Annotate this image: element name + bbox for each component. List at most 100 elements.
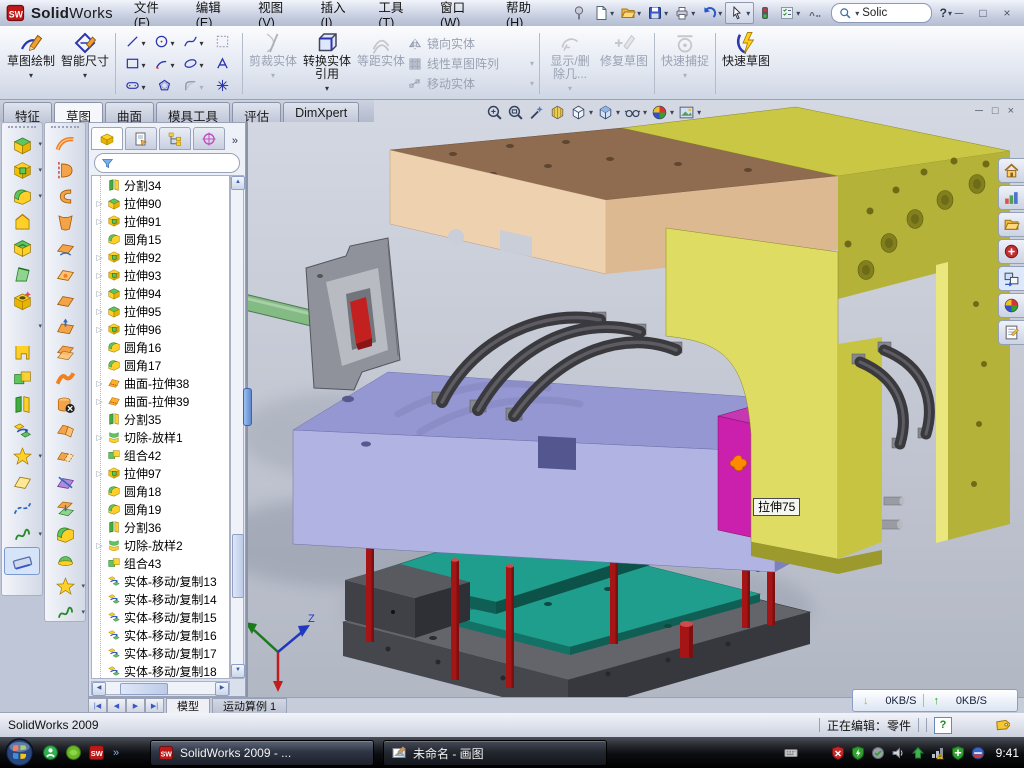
text-a-tool[interactable]	[208, 53, 237, 75]
stop-pin[interactable]	[680, 621, 693, 658]
spline-tool[interactable]: ▾	[179, 31, 208, 53]
move-entities-button[interactable]: 移动实体▾	[408, 75, 536, 92]
offset-entities-button[interactable]: 等距实体	[354, 28, 408, 99]
extruded-boss-button[interactable]: ▾	[2, 131, 42, 157]
minimize-button[interactable]: ─	[952, 6, 966, 20]
tab-草图[interactable]: 草图	[54, 102, 103, 122]
chamfer-button[interactable]	[2, 209, 42, 235]
solidworks-resources-tab[interactable]	[998, 158, 1024, 183]
tree-item[interactable]: 圆角17	[92, 356, 229, 374]
start-button[interactable]	[5, 738, 34, 767]
tree-item[interactable]: ▷拉伸90	[92, 194, 229, 212]
extruded-cut-button[interactable]: ▾	[2, 157, 42, 183]
plane-button[interactable]	[2, 469, 42, 495]
tree-item[interactable]: ▷拉伸95	[92, 302, 229, 320]
smart-dimension-button[interactable]: 智能尺寸▾	[58, 28, 112, 99]
draft-button[interactable]	[2, 261, 42, 287]
dome-button[interactable]	[45, 547, 85, 573]
tray-plus-shield-icon[interactable]	[950, 745, 966, 761]
hscroll-thumb[interactable]	[120, 683, 168, 695]
custom-properties-tab[interactable]	[998, 320, 1024, 345]
tree-item[interactable]: ▷切除-放样1	[92, 428, 229, 446]
scroll-right-icon[interactable]: ▶	[215, 682, 229, 696]
keyboard-layout-icon[interactable]	[782, 746, 800, 760]
tree-item[interactable]: 实体-移动/复制17	[92, 644, 229, 662]
filled-surface-button[interactable]	[45, 261, 85, 287]
graphics-viewport[interactable]: Y Z X ▾▾▾▾▾ ─ □ × 拉伸75	[248, 100, 1024, 697]
tray-net-icon[interactable]	[930, 745, 946, 761]
scroll-left-icon[interactable]: ◀	[92, 682, 106, 696]
last-tab-button[interactable]: ▶|	[145, 698, 164, 713]
zoom-to-area-button[interactable]	[507, 104, 524, 121]
helix-spiral-button[interactable]: ▾	[2, 521, 42, 547]
configurationmanager-tab[interactable]	[159, 127, 191, 150]
sketch-button[interactable]: 草图绘制▾	[4, 28, 58, 99]
messenger-icon[interactable]	[42, 744, 59, 761]
tree-item[interactable]: ▷拉伸93	[92, 266, 229, 284]
tab-特征[interactable]: 特征	[3, 102, 52, 122]
tree-item[interactable]: 圆角18	[92, 482, 229, 500]
mirror-entities-button[interactable]: 镜向实体	[408, 35, 536, 52]
reference-geometry-2-button[interactable]: ▾	[45, 573, 85, 599]
tree-item[interactable]: 实体-移动/复制14	[92, 590, 229, 608]
tree-horizontal-scrollbar[interactable]: ◀ ▶	[91, 681, 230, 695]
tree-item[interactable]: 实体-移动/复制16	[92, 626, 229, 644]
combine-bodies-button[interactable]	[2, 365, 42, 391]
doc-tab-模型[interactable]: 模型	[166, 698, 210, 713]
tree-item[interactable]: ▷拉伸91	[92, 212, 229, 230]
tab-模具工具[interactable]: 模具工具	[156, 102, 230, 122]
magnified-selection-button[interactable]	[528, 104, 545, 121]
pin-button[interactable]	[568, 3, 590, 23]
tray-ball-icon[interactable]	[970, 745, 986, 761]
tray-up-icon[interactable]	[910, 745, 926, 761]
ellipse-tool[interactable]: ▾	[179, 53, 208, 75]
tree-item[interactable]: ▷拉伸96	[92, 320, 229, 338]
split-button[interactable]	[2, 391, 42, 417]
toolbar-overflow-button[interactable]	[803, 3, 825, 23]
tree-item[interactable]: ▷拉伸94	[92, 284, 229, 302]
reference-geometry-button[interactable]: ▾	[2, 443, 42, 469]
scroll-up-icon[interactable]: ▲	[231, 176, 245, 190]
revolved-surface-button[interactable]	[45, 157, 85, 183]
save-button[interactable]: ▾	[644, 3, 671, 23]
options-button[interactable]: ▾	[776, 3, 803, 23]
open-button[interactable]: ▾	[617, 3, 644, 23]
toolbox-tab[interactable]	[998, 239, 1024, 264]
select-button[interactable]: ▾	[725, 2, 754, 24]
tree-item[interactable]: 实体-移动/复制13	[92, 572, 229, 590]
offset-surface-button[interactable]	[45, 339, 85, 365]
sk-fillet-tool[interactable]: ▾	[179, 75, 208, 97]
doc-minimize-button[interactable]: ─	[975, 105, 983, 117]
tree-item[interactable]: 实体-移动/复制15	[92, 608, 229, 626]
new-document-button[interactable]: ▾	[590, 3, 617, 23]
convert-entities-button[interactable]: 转换实体引用▾	[300, 28, 354, 99]
appearances-scenes-tab[interactable]	[998, 293, 1024, 318]
model-canvas[interactable]: Y Z X	[248, 104, 1024, 697]
replace-face-button[interactable]	[45, 495, 85, 521]
tree-item[interactable]: 分割34	[92, 176, 229, 194]
search-dropdown-icon[interactable]: ▾	[855, 9, 859, 18]
linear-sketch-pattern-button[interactable]: 线性草图阵列▾	[408, 55, 536, 72]
tree-item[interactable]: 分割36	[92, 518, 229, 536]
rect-tool[interactable]: ▾	[121, 53, 150, 75]
face-fillet-button[interactable]	[45, 521, 85, 547]
quick-snaps-button[interactable]: 快速捕捉▾	[658, 28, 712, 99]
quick-launch-overflow[interactable]: »	[113, 747, 119, 759]
view-orientation-button[interactable]: ▾	[597, 104, 620, 121]
first-tab-button[interactable]: |◀	[88, 698, 107, 713]
tray-gear-icon[interactable]	[870, 745, 886, 761]
tag-icon[interactable]	[994, 717, 1010, 733]
display-style-button[interactable]: ▾	[570, 104, 593, 121]
hole-wizard-button[interactable]	[2, 287, 42, 313]
tray-red-shield-icon[interactable]	[830, 745, 846, 761]
tree-filter-input[interactable]	[94, 153, 240, 173]
curve-button[interactable]	[2, 495, 42, 521]
arc-tool[interactable]: ▾	[150, 53, 179, 75]
tree-vertical-scrollbar[interactable]: ▲ ▼	[230, 175, 244, 679]
status-help-button[interactable]: ?	[934, 717, 952, 734]
close-button[interactable]: ×	[1000, 6, 1014, 20]
helix-spiral-2-button[interactable]: ▾	[45, 599, 85, 625]
knit-surface-button[interactable]	[45, 417, 85, 443]
tree-item[interactable]: 圆角16	[92, 338, 229, 356]
prev-tab-button[interactable]: ◀	[107, 698, 126, 713]
